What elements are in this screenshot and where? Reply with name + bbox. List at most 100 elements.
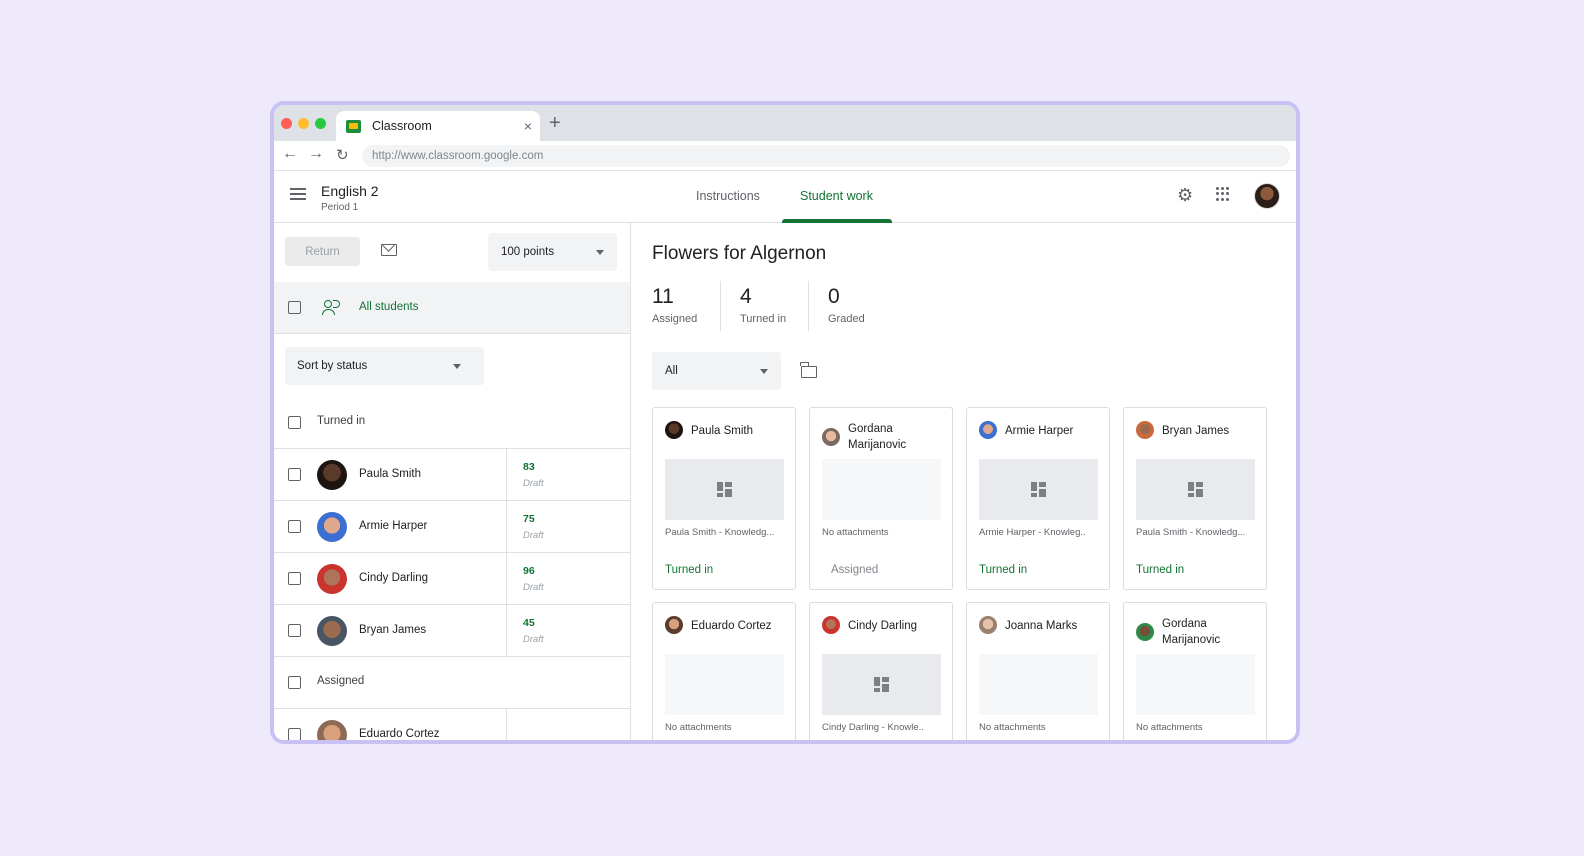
avatar [1136, 623, 1154, 641]
group-turned-in[interactable]: Turned in [274, 397, 630, 449]
grade-status: Draft [523, 634, 544, 645]
back-arrow-icon[interactable]: ← [282, 145, 298, 163]
attachment-name: Paula Smith - Knowledg... [1136, 527, 1246, 538]
student-card[interactable]: Gordana Marijanovic No attachments [1123, 602, 1267, 740]
stat-label: Graded [828, 313, 865, 325]
forward-arrow-icon[interactable]: → [308, 145, 324, 163]
avatar [979, 421, 997, 439]
grade-cell[interactable] [506, 709, 630, 740]
avatar [1136, 421, 1154, 439]
grade-cell[interactable]: 96 Draft [506, 553, 630, 604]
mail-icon[interactable] [381, 244, 397, 256]
student-row[interactable]: Paula Smith 83 Draft [274, 449, 630, 501]
browser-tab[interactable]: Classroom × [336, 111, 540, 141]
avatar [317, 616, 347, 646]
grade-status: Draft [523, 530, 544, 541]
student-card[interactable]: Armie Harper Armie Harper - Knowleg.. Tu… [966, 407, 1110, 590]
browser-toolbar: ← → ↻ http://www.classroom.google.com [274, 141, 1296, 171]
tab-strip: Classroom × + [274, 105, 1296, 141]
gear-icon[interactable]: ⚙ [1177, 185, 1193, 206]
avatar [317, 564, 347, 594]
student-card[interactable]: Paula Smith Paula Smith - Knowledg... Tu… [652, 407, 796, 590]
group-label: Turned in [317, 415, 366, 427]
apps-grid-icon[interactable] [1216, 187, 1230, 201]
student-checkbox[interactable] [288, 728, 301, 740]
all-students-label: All students [359, 301, 419, 313]
document-preview-icon [1188, 482, 1203, 497]
student-checkbox[interactable] [288, 468, 301, 481]
student-checkbox[interactable] [288, 520, 301, 533]
student-card[interactable]: Cindy Darling Cindy Darling - Knowle.. [809, 602, 953, 740]
sort-dropdown[interactable]: Sort by status [285, 347, 484, 385]
student-card[interactable]: Bryan James Paula Smith - Knowledg... Tu… [1123, 407, 1267, 590]
filter-dropdown[interactable]: All [652, 352, 781, 390]
grade-value: 45 [523, 617, 535, 629]
points-dropdown[interactable]: 100 points [488, 233, 617, 271]
reload-icon[interactable]: ↻ [336, 146, 349, 164]
attachment-thumbnail[interactable] [665, 459, 784, 520]
student-checkbox[interactable] [288, 572, 301, 585]
avatar [317, 720, 347, 740]
all-students-checkbox[interactable] [288, 301, 301, 314]
student-card[interactable]: Eduardo Cortez No attachments [652, 602, 796, 740]
maximize-window-button[interactable] [315, 118, 326, 129]
card-student-name: Gordana Marijanovic [1162, 618, 1221, 646]
student-card[interactable]: Gordana Marijanovic No attachments Assig… [809, 407, 953, 590]
student-row[interactable]: Cindy Darling 96 Draft [274, 553, 630, 605]
stat-value: 0 [828, 285, 840, 308]
stat-label: Turned in [740, 313, 787, 325]
people-icon [322, 300, 342, 316]
attachment-thumbnail[interactable] [822, 654, 941, 715]
filter-label: All [665, 365, 678, 377]
assignment-title: Flowers for Algernon [652, 243, 827, 264]
card-status: Turned in [665, 564, 714, 576]
grade-cell[interactable]: 75 Draft [506, 501, 630, 552]
attachment-name: No attachments [665, 722, 732, 733]
student-list-panel: Return 100 points All students Sort by s… [274, 223, 631, 740]
classroom-favicon-icon [346, 119, 361, 133]
points-label: 100 points [501, 246, 555, 258]
attachment-thumbnail[interactable] [979, 459, 1098, 520]
avatar [665, 421, 683, 439]
profile-avatar[interactable] [1254, 183, 1280, 209]
tab-student-work[interactable]: Student work [800, 189, 873, 203]
group-checkbox[interactable] [288, 676, 301, 689]
return-button[interactable]: Return [285, 237, 360, 266]
document-preview-icon [1031, 482, 1046, 497]
avatar [317, 512, 347, 542]
student-row[interactable]: Armie Harper 75 Draft [274, 501, 630, 553]
grade-cell[interactable]: 83 Draft [506, 449, 630, 500]
student-work-panel: Flowers for Algernon 11 Assigned 4 Turne… [631, 223, 1296, 740]
tab-instructions[interactable]: Instructions [696, 189, 760, 203]
attachment-name: No attachments [979, 722, 1046, 733]
tab-close-icon[interactable]: × [524, 118, 532, 134]
group-assigned[interactable]: Assigned [274, 657, 630, 709]
tab-title: Classroom [372, 119, 432, 133]
attachment-placeholder [1136, 654, 1255, 715]
app-header: English 2 Period 1 Instructions Student … [274, 171, 1296, 223]
card-student-name: Gordana Marijanovic [848, 423, 907, 451]
menu-icon[interactable] [290, 188, 306, 200]
new-tab-button[interactable]: + [549, 112, 561, 135]
address-bar[interactable]: http://www.classroom.google.com [362, 145, 1290, 167]
grade-cell[interactable]: 45 Draft [506, 605, 630, 656]
class-name[interactable]: English 2 [321, 183, 379, 199]
all-students-row[interactable]: All students [274, 282, 630, 334]
stat-value: 4 [740, 285, 752, 308]
student-card[interactable]: Joanna Marks No attachments [966, 602, 1110, 740]
minimize-window-button[interactable] [298, 118, 309, 129]
student-row[interactable]: Bryan James 45 Draft [274, 605, 630, 657]
student-row[interactable]: Eduardo Cortez [274, 709, 630, 740]
group-checkbox[interactable] [288, 416, 301, 429]
card-student-name: Joanna Marks [1005, 620, 1078, 632]
folder-icon[interactable] [800, 362, 817, 378]
card-student-name: Cindy Darling [848, 620, 918, 632]
avatar [822, 428, 840, 446]
close-window-button[interactable] [281, 118, 292, 129]
student-checkbox[interactable] [288, 624, 301, 637]
class-period: Period 1 [321, 202, 359, 213]
avatar [317, 460, 347, 490]
card-student-name: Paula Smith [691, 425, 754, 437]
attachment-thumbnail[interactable] [1136, 459, 1255, 520]
student-name: Cindy Darling [359, 572, 429, 584]
